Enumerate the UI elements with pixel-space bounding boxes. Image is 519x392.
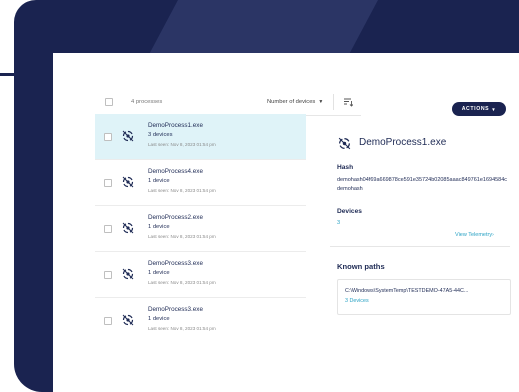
device-count: 1 device [148,178,170,184]
last-seen: Last seen: Nov 8, 2023 01:54 pm [148,142,216,147]
device-count: 3 devices [148,132,173,138]
list-item[interactable]: DemoProcess3.exe 1 device Last seen: Nov… [95,298,306,343]
process-icon [122,222,134,234]
sort-icon[interactable] [343,97,353,107]
device-count: 1 device [148,270,170,276]
device-count: 1 device [148,224,170,230]
row-checkbox[interactable] [104,133,112,141]
row-checkbox[interactable] [104,225,112,233]
select-all-checkbox[interactable] [105,98,113,106]
process-icon [122,130,134,142]
view-telemetry-link[interactable]: View Telemetry› [455,232,494,238]
device-count: 1 device [148,316,170,322]
hash-value: demohash04f69a669878ce591e35724b02085aaa… [337,177,508,192]
last-seen: Last seen: Nov 8, 2023 01:54 pm [148,280,216,285]
known-path-devices[interactable]: 3 Devices [345,298,369,304]
list-header: 4 processes Number of devices ▼ [101,91,361,116]
last-seen: Last seen: Nov 8, 2023 01:54 pm [148,326,216,331]
list-item[interactable]: DemoProcess4.exe 1 device Last seen: Nov… [95,160,306,206]
process-count: 4 processes [131,99,163,105]
row-checkbox[interactable] [104,271,112,279]
list-item[interactable]: DemoProcess2.exe 1 device Last seen: Nov… [95,206,306,252]
caret-down-icon: ▼ [318,99,324,105]
process-name: DemoProcess3.exe [148,306,203,313]
list-item[interactable]: DemoProcess1.exe 3 devices Last seen: No… [95,114,306,160]
last-seen: Last seen: Nov 8, 2023 01:54 pm [148,234,216,239]
list-item[interactable]: DemoProcess3.exe 1 device Last seen: Nov… [95,252,306,298]
actions-button[interactable]: ACTIONS ▼ [452,102,506,116]
chevron-right-icon: › [492,232,494,238]
known-paths-label: Known paths [337,262,385,271]
actions-label: ACTIONS [461,106,490,112]
caret-down-icon: ▼ [491,106,497,112]
process-icon [122,176,134,188]
background-line [0,73,60,76]
process-name: DemoProcess2.exe [148,214,203,221]
detail-title: DemoProcess1.exe [359,137,447,148]
row-checkbox[interactable] [104,317,112,325]
process-name: DemoProcess1.exe [148,122,203,129]
header-divider [333,94,334,110]
sort-label: Number of devices [267,99,316,105]
known-path: C:\Windows\SystemTemp\TESTDEMO-47A5-44C.… [345,288,469,294]
view-telemetry-label: View Telemetry [455,232,493,238]
sort-select[interactable]: Number of devices ▼ [267,99,323,105]
divider [330,246,510,247]
row-checkbox[interactable] [104,179,112,187]
process-icon [338,137,351,150]
hash-label: Hash [337,164,354,171]
process-icon [122,314,134,326]
devices-label: Devices [337,208,362,215]
known-path-card[interactable]: C:\Windows\SystemTemp\TESTDEMO-47A5-44C.… [337,279,511,315]
process-name: DemoProcess3.exe [148,260,203,267]
process-icon [122,268,134,280]
process-name: DemoProcess4.exe [148,168,203,175]
last-seen: Last seen: Nov 8, 2023 01:54 pm [148,188,216,193]
devices-value[interactable]: 3 [337,220,340,226]
